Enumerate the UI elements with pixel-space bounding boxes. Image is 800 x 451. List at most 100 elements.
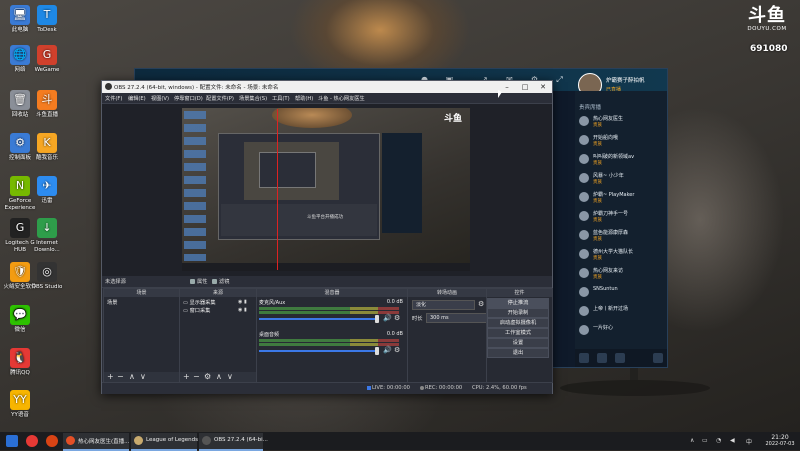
gear-icon[interactable]: ⚙ xyxy=(394,314,400,322)
desktop-icon[interactable]: T ToDesk xyxy=(30,5,64,34)
viewer-list-item[interactable]: 风暴~ 小少年 贵族 xyxy=(579,172,665,186)
settings-button[interactable]: 设置 xyxy=(487,338,549,348)
desktop-icon[interactable]: ↓ Internet Downlo... xyxy=(30,218,64,253)
ime-indicator[interactable]: 中 xyxy=(746,437,752,446)
app-icon: K xyxy=(37,133,57,153)
viewer-list-item[interactable]: 炉霸~ PlayMaker 贵族 xyxy=(579,191,665,205)
properties-button[interactable]: 属性 xyxy=(190,278,207,285)
task-league-of-legends[interactable]: League of Legends xyxy=(131,433,198,451)
volume-icon[interactable]: ◀ xyxy=(730,437,735,444)
status-bar: LIVE: 00:00:00 REC: 00:00:00 CPU: 2.4%, … xyxy=(102,382,552,394)
gear-icon[interactable]: ⚙ xyxy=(478,300,484,308)
gear-icon[interactable]: ⚙ xyxy=(394,346,400,354)
volume-slider[interactable] xyxy=(259,318,377,320)
menu-tools[interactable]: 工具(T) xyxy=(272,95,290,102)
lock-icon[interactable]: ◉ ▮ xyxy=(238,307,247,313)
scene-item[interactable]: 场景 xyxy=(107,299,117,306)
close-button[interactable]: ✕ xyxy=(534,81,552,93)
tray-chevron-icon[interactable]: ∧ xyxy=(690,437,694,444)
volume-slider-knob[interactable] xyxy=(375,315,379,323)
viewer-list-item[interactable]: 叫叫破的新领域av 贵族 xyxy=(579,153,665,167)
menu-profile[interactable]: 配置文件(P) xyxy=(206,95,234,102)
stream-preview[interactable]: 斗鱼平台开播成功 斗鱼 xyxy=(182,108,470,271)
menu-file[interactable]: 文件(F) xyxy=(105,95,122,102)
taskbar-clock[interactable]: 21:20 2022-07-03 xyxy=(762,434,798,448)
source-settings-icon[interactable]: ⚙ xyxy=(204,372,211,382)
viewer-list-item[interactable]: 蓝色能源康厚森 贵族 xyxy=(579,229,665,243)
viewer-list-item[interactable]: 上帝丨新开过场 xyxy=(579,305,665,319)
source-down-icon[interactable]: ∨ xyxy=(227,372,233,382)
red-app-2-icon[interactable] xyxy=(46,435,58,447)
speaker-icon[interactable]: 🔊 xyxy=(383,314,392,322)
menu-edit[interactable]: 编辑(E) xyxy=(128,95,146,102)
start-button-icon[interactable] xyxy=(6,435,18,447)
add-scene-button[interactable]: + xyxy=(107,372,114,382)
gift-box-icon[interactable] xyxy=(597,353,607,363)
viewer-list-item[interactable]: SNSuntun xyxy=(579,286,665,300)
source-up-icon[interactable]: ∧ xyxy=(216,372,222,382)
duration-input[interactable]: 300 ms xyxy=(426,313,489,323)
remove-scene-button[interactable]: − xyxy=(117,372,124,382)
red-app-icon[interactable] xyxy=(26,435,38,447)
viewer-list-item[interactable]: 炉霸刀神手一号 贵族 xyxy=(579,210,665,224)
task-douyu-browser[interactable]: 热心网友医生(直播... xyxy=(63,433,129,451)
live-status: LIVE: 00:00:00 xyxy=(367,385,410,391)
douyu-watermark-logo: 斗鱼 DOUYU.COM xyxy=(747,5,787,33)
viewer-list-item[interactable]: 德州大学大猫队长 贵族 xyxy=(579,248,665,262)
menu-docks[interactable]: 停靠窗口(D) xyxy=(174,95,203,102)
viewer-list-item[interactable]: 开始船向哦 贵族 xyxy=(579,134,665,148)
menu-douyu-account[interactable]: 斗鱼 - 热心网友医生 xyxy=(318,95,365,102)
filters-button[interactable]: 滤镜 xyxy=(212,278,229,285)
mixer-channel-mic: 麦克风/Aux 0.0 dB 🔊 ⚙ xyxy=(259,299,403,323)
viewer-list-item[interactable]: 一片好心 xyxy=(579,324,665,338)
studio-mode-button[interactable]: 工作室模式 xyxy=(487,328,549,338)
desktop-icon[interactable]: 💬 微信 xyxy=(3,305,37,334)
speaker-icon[interactable]: 🔊 xyxy=(383,346,392,354)
fullscreen-icon[interactable]: ⤢ xyxy=(555,75,564,84)
menu-scene-collection[interactable]: 场景集合(S) xyxy=(239,95,267,102)
add-source-button[interactable]: + xyxy=(183,372,190,382)
transition-select[interactable]: 淡化 xyxy=(412,300,475,310)
viewer-avatar xyxy=(579,287,589,297)
volume-slider-knob[interactable] xyxy=(375,347,379,355)
move-up-icon[interactable]: ∧ xyxy=(129,372,135,382)
mic-icon[interactable] xyxy=(615,353,625,363)
exit-button[interactable]: 退出 xyxy=(487,348,549,358)
source-item-window-capture[interactable]: ▭ 窗口采集 xyxy=(183,307,210,314)
viewer-list-item[interactable]: 热心网友来访 贵族 xyxy=(579,267,665,281)
move-down-icon[interactable]: ∨ xyxy=(140,372,146,382)
app-icon: ⚙ xyxy=(10,133,30,153)
desktop-icon-label: 微信 xyxy=(14,327,26,333)
gear-icon xyxy=(190,279,195,284)
viewer-avatar xyxy=(579,306,589,316)
desktop-icon[interactable]: K 酷我音乐 xyxy=(30,133,64,162)
app-icon: 斗 xyxy=(37,90,57,110)
start-recording-button[interactable]: 开始录制 xyxy=(487,308,549,318)
start-virtual-camera-button[interactable]: 启动虚拟摄像机 xyxy=(487,318,549,328)
desktop-icon[interactable]: 🐧 腾讯QQ xyxy=(3,348,37,377)
douyu-bottom-bar xyxy=(575,349,667,367)
desktop-icon[interactable]: YY YY语音 xyxy=(3,390,37,419)
network-icon[interactable]: ▭ xyxy=(702,437,708,444)
menu-help[interactable]: 帮助(H) xyxy=(295,95,313,102)
remove-source-button[interactable]: − xyxy=(193,372,200,382)
desktop-icon[interactable]: G WeGame xyxy=(30,45,64,74)
desktop-icon[interactable]: ◎ OBS Studio xyxy=(30,262,64,291)
volume-slider[interactable] xyxy=(259,350,377,352)
source-item-display-capture[interactable]: ▭ 显示器采集 xyxy=(183,299,216,306)
filter-icon xyxy=(212,279,217,284)
stop-streaming-button[interactable]: 停止推流 xyxy=(487,298,549,308)
desktop-icon[interactable]: 斗斗鱼直播 xyxy=(30,90,64,119)
visibility-icon[interactable]: ◉ ▮ xyxy=(238,299,247,305)
obs-window[interactable]: OBS 27.2.4 (64-bit, windows) - 配置文件: 未命名… xyxy=(101,80,553,394)
task-obs[interactable]: OBS 27.2.4 (64-bi... xyxy=(199,433,268,451)
expand-icon[interactable] xyxy=(653,353,663,363)
viewer-list-item[interactable]: 热心网友医生 贵族 xyxy=(579,115,665,129)
chat-icon[interactable] xyxy=(579,353,589,363)
obs-titlebar[interactable]: OBS 27.2.4 (64-bit, windows) - 配置文件: 未命名… xyxy=(102,81,552,93)
wifi-icon[interactable]: ◔ xyxy=(716,437,721,444)
menu-view[interactable]: 视图(V) xyxy=(151,95,169,102)
desktop-icon[interactable]: ✈ 迅雷 xyxy=(30,176,64,205)
maximize-button[interactable]: □ xyxy=(516,81,534,93)
preview-nested-obs: 斗鱼平台开播成功 xyxy=(218,133,380,240)
